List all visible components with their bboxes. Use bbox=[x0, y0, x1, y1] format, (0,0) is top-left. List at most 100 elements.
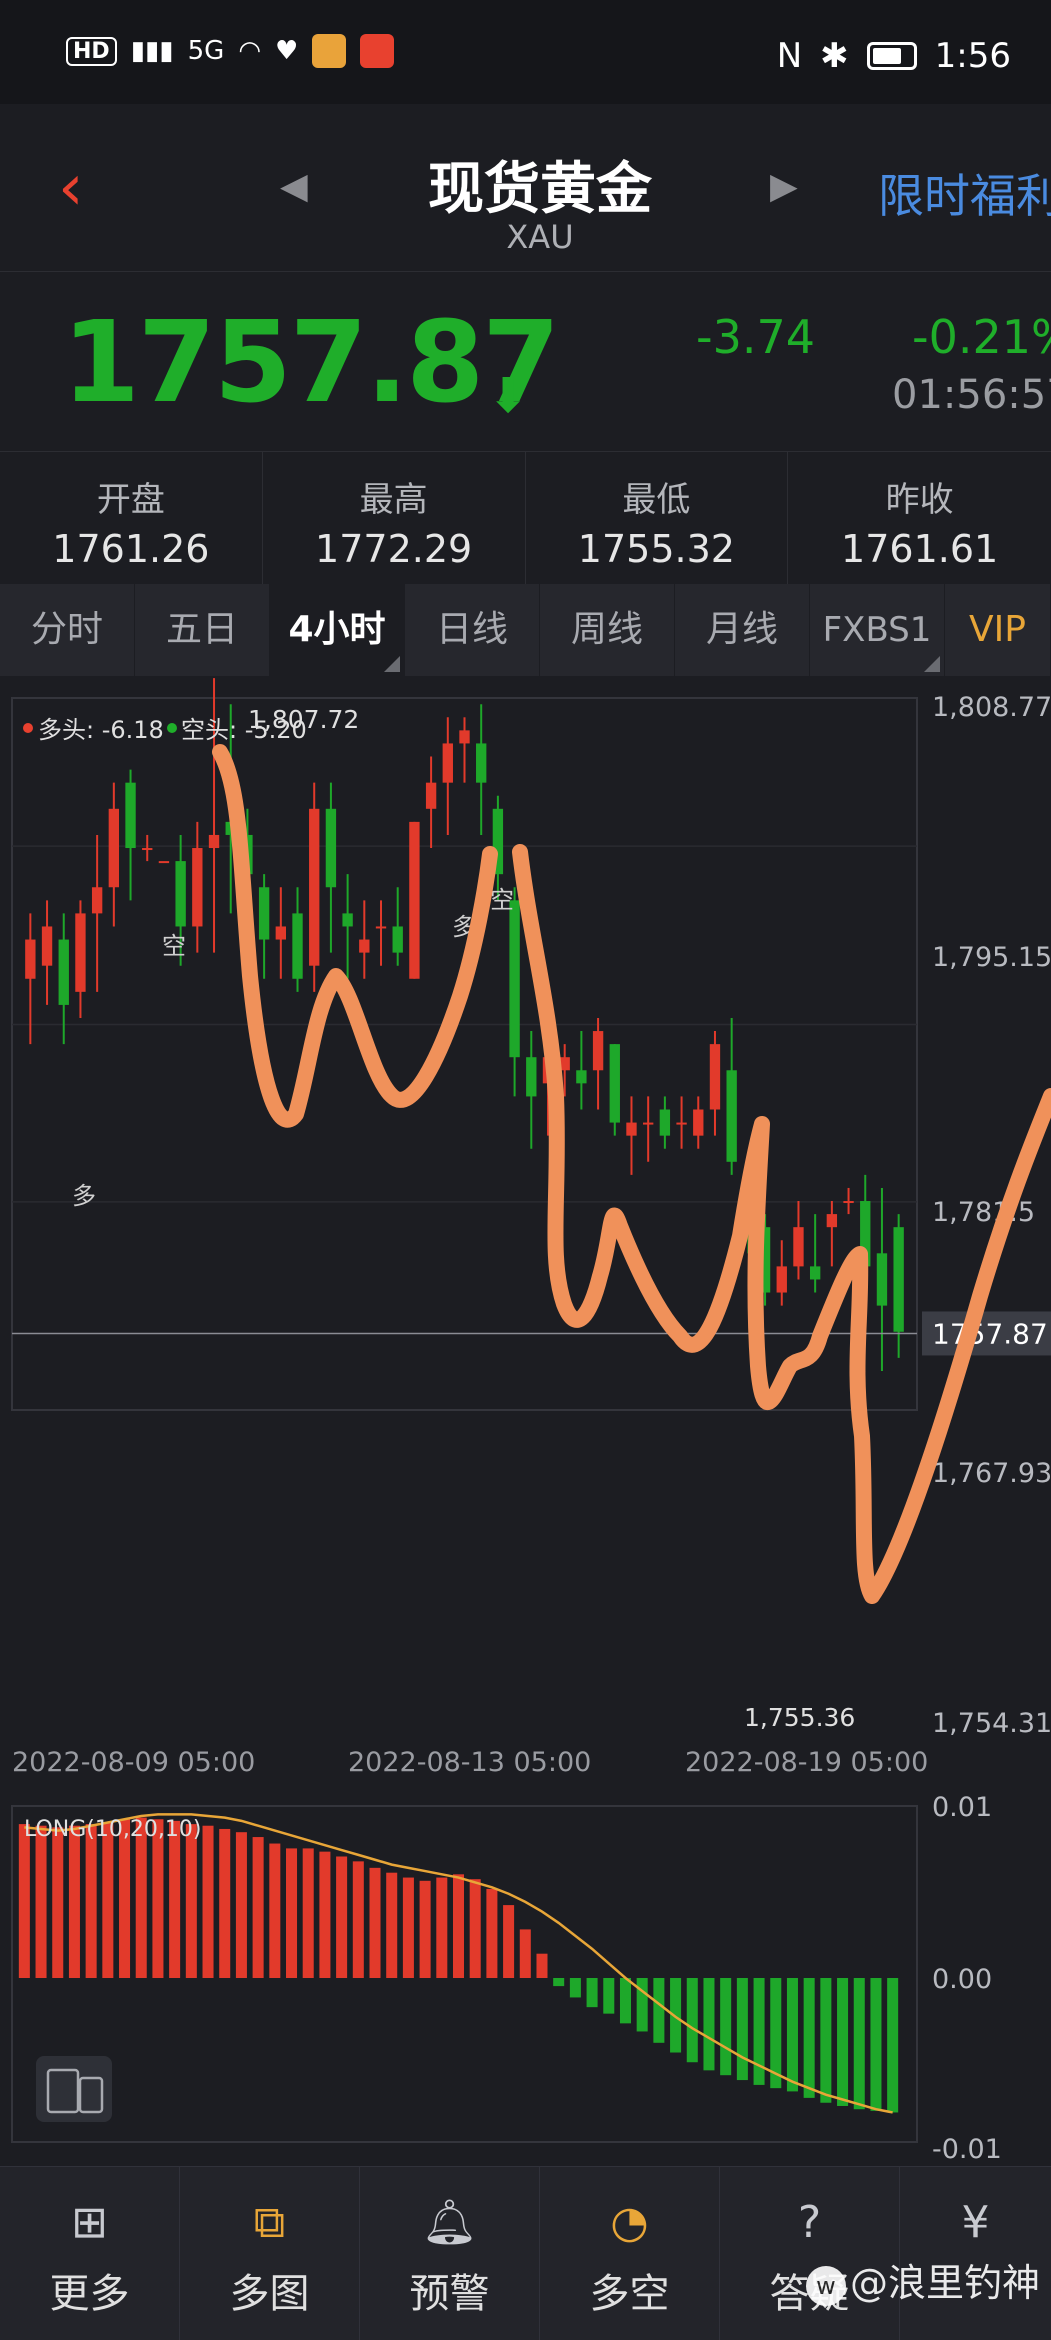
candle-body bbox=[693, 1109, 704, 1136]
candle-body bbox=[392, 926, 403, 953]
nav-label: 多空 bbox=[589, 2271, 670, 2317]
indicator-bar bbox=[519, 1929, 531, 1978]
candle-body bbox=[425, 782, 437, 809]
candle-body bbox=[659, 1109, 671, 1136]
indicator-bar bbox=[887, 1978, 899, 2113]
indicator-bar bbox=[619, 1978, 631, 2024]
indicator-bar bbox=[536, 1953, 548, 1978]
candle-body bbox=[609, 1044, 620, 1123]
indicator-frame bbox=[11, 1805, 918, 2143]
dropdown-corner-icon bbox=[384, 656, 400, 672]
indicator-bar bbox=[753, 1978, 765, 2085]
indicator-bar bbox=[336, 1856, 348, 1978]
dropdown-corner-icon bbox=[924, 656, 940, 672]
battery-icon bbox=[866, 42, 917, 70]
stat-label: 昨收 bbox=[885, 480, 954, 520]
last-price: 1757.87 bbox=[62, 298, 560, 428]
tab-fxbs1[interactable]: FXBS1 bbox=[810, 584, 945, 676]
legend-long: 多头: -6.18 bbox=[38, 716, 164, 744]
header: ‹ ◀ 现货黄金 XAU ▶ 限时福利 bbox=[0, 104, 1051, 272]
bell-icon: 🔔︎ bbox=[421, 2197, 478, 2248]
sina-app-icon bbox=[360, 34, 395, 68]
candle-body bbox=[342, 913, 353, 927]
indicator-bar bbox=[686, 1978, 698, 2063]
tab-4h[interactable]: 4小时 bbox=[270, 584, 405, 676]
indicator-bar bbox=[586, 1978, 598, 2008]
tab-weekly[interactable]: 周线 bbox=[540, 584, 675, 676]
candle-body bbox=[25, 939, 36, 979]
indicator-bar bbox=[553, 1978, 565, 1987]
stat-open: 开盘 1761.26 bbox=[0, 452, 263, 584]
hand-drawn-annotation bbox=[212, 744, 1051, 1604]
candle-body bbox=[125, 782, 136, 849]
indicator-bar bbox=[703, 1978, 715, 2071]
nav-more[interactable]: ⊞ 更多 bbox=[0, 2167, 180, 2340]
nav-long-short[interactable]: ◔ 多空 bbox=[540, 2167, 720, 2340]
indicator-bar bbox=[319, 1851, 331, 1978]
indicator-bar bbox=[269, 1843, 281, 1978]
candle-body bbox=[709, 1044, 721, 1110]
promo-link[interactable]: 限时福利 bbox=[878, 160, 1051, 226]
next-instrument-button[interactable]: ▶ bbox=[770, 166, 798, 207]
tab-minute[interactable]: 分时 bbox=[0, 584, 135, 676]
candle-body bbox=[643, 1122, 654, 1125]
indicator-bar bbox=[870, 1978, 882, 2111]
clock: 1:56 bbox=[934, 36, 1011, 76]
stat-label: 开盘 bbox=[96, 480, 165, 520]
stat-value: 1761.26 bbox=[52, 527, 210, 571]
indicator-bar bbox=[736, 1978, 748, 2081]
indicator-label: LONG(10,20,10) bbox=[24, 1817, 201, 1842]
tab-label: 4小时 bbox=[288, 609, 386, 650]
candle-body bbox=[442, 743, 453, 783]
indicator-bar bbox=[636, 1978, 648, 2032]
candle-body bbox=[175, 861, 186, 927]
tab-label: FXBS1 bbox=[822, 610, 932, 650]
stat-prev-close: 昨收 1761.61 bbox=[788, 452, 1051, 584]
indicator-bar bbox=[603, 1978, 615, 2014]
indicator-bar bbox=[436, 1877, 448, 1978]
bluetooth-icon: ✱ bbox=[820, 36, 849, 76]
indicator-bar bbox=[419, 1880, 431, 1978]
candle-body bbox=[476, 743, 487, 783]
high-marker-label: 1,807.72 bbox=[248, 705, 359, 734]
tab-daily[interactable]: 日线 bbox=[405, 584, 540, 676]
landscape-toggle-button[interactable] bbox=[36, 2056, 112, 2122]
stats-row: 开盘 1761.26 最高 1772.29 最低 1755.32 昨收 1761… bbox=[0, 452, 1051, 584]
nav-alert[interactable]: 🔔︎ 预警 bbox=[360, 2167, 540, 2340]
indicator-bar bbox=[503, 1905, 515, 1978]
candle-body bbox=[592, 1031, 604, 1071]
indicator-bar bbox=[35, 1825, 47, 1978]
nav-label: 多图 bbox=[229, 2271, 310, 2317]
chart-svg[interactable]: 1757.87 1,808.77 1,795.15 1,781.5 1,767.… bbox=[0, 676, 1051, 2162]
chart-area[interactable]: 1757.87 1,808.77 1,795.15 1,781.5 1,767.… bbox=[0, 676, 1051, 2162]
indicator-bar bbox=[152, 1819, 164, 1978]
signal-label: 多 bbox=[72, 1182, 96, 1210]
indicator-tick: 0.00 bbox=[932, 1964, 992, 1995]
status-bar: HD ▮▮▮ 5G ◠ ♥ N ✱ 1:56 bbox=[0, 0, 1051, 104]
price-change-percent: -0.21% bbox=[912, 310, 1051, 364]
candle-body bbox=[75, 913, 86, 992]
candle-body bbox=[876, 1253, 888, 1306]
candle-body bbox=[325, 808, 337, 888]
wifi-icon: ◠ bbox=[238, 36, 262, 66]
indicator-bar bbox=[853, 1978, 865, 2110]
stat-high: 最高 1772.29 bbox=[263, 452, 526, 584]
quote-panel: 1757.87 ⬇ -3.74 -0.21% 01:56:57 bbox=[0, 272, 1051, 452]
indicator-bar bbox=[119, 1819, 131, 1978]
nav-multi-chart[interactable]: ⧉ 多图 bbox=[180, 2167, 360, 2340]
candle-body bbox=[309, 808, 320, 966]
indicator-bar bbox=[18, 1824, 30, 1978]
indicator-bar bbox=[219, 1828, 231, 1978]
short-legend-dot bbox=[167, 723, 177, 733]
indicator-bar bbox=[202, 1825, 214, 1978]
tab-five-day[interactable]: 五日 bbox=[135, 584, 270, 676]
tab-vip[interactable]: VIP bbox=[945, 584, 1051, 676]
candle-body bbox=[158, 861, 170, 864]
period-tabs: 分时 五日 4小时 日线 周线 月线 FXBS1 VIP bbox=[0, 584, 1051, 676]
question-icon: ? bbox=[797, 2197, 822, 2248]
indicator-bar bbox=[837, 1978, 849, 2106]
candle-body bbox=[58, 939, 69, 1005]
long-legend-dot bbox=[23, 723, 33, 733]
candle-body bbox=[359, 939, 370, 953]
tab-monthly[interactable]: 月线 bbox=[675, 584, 810, 676]
